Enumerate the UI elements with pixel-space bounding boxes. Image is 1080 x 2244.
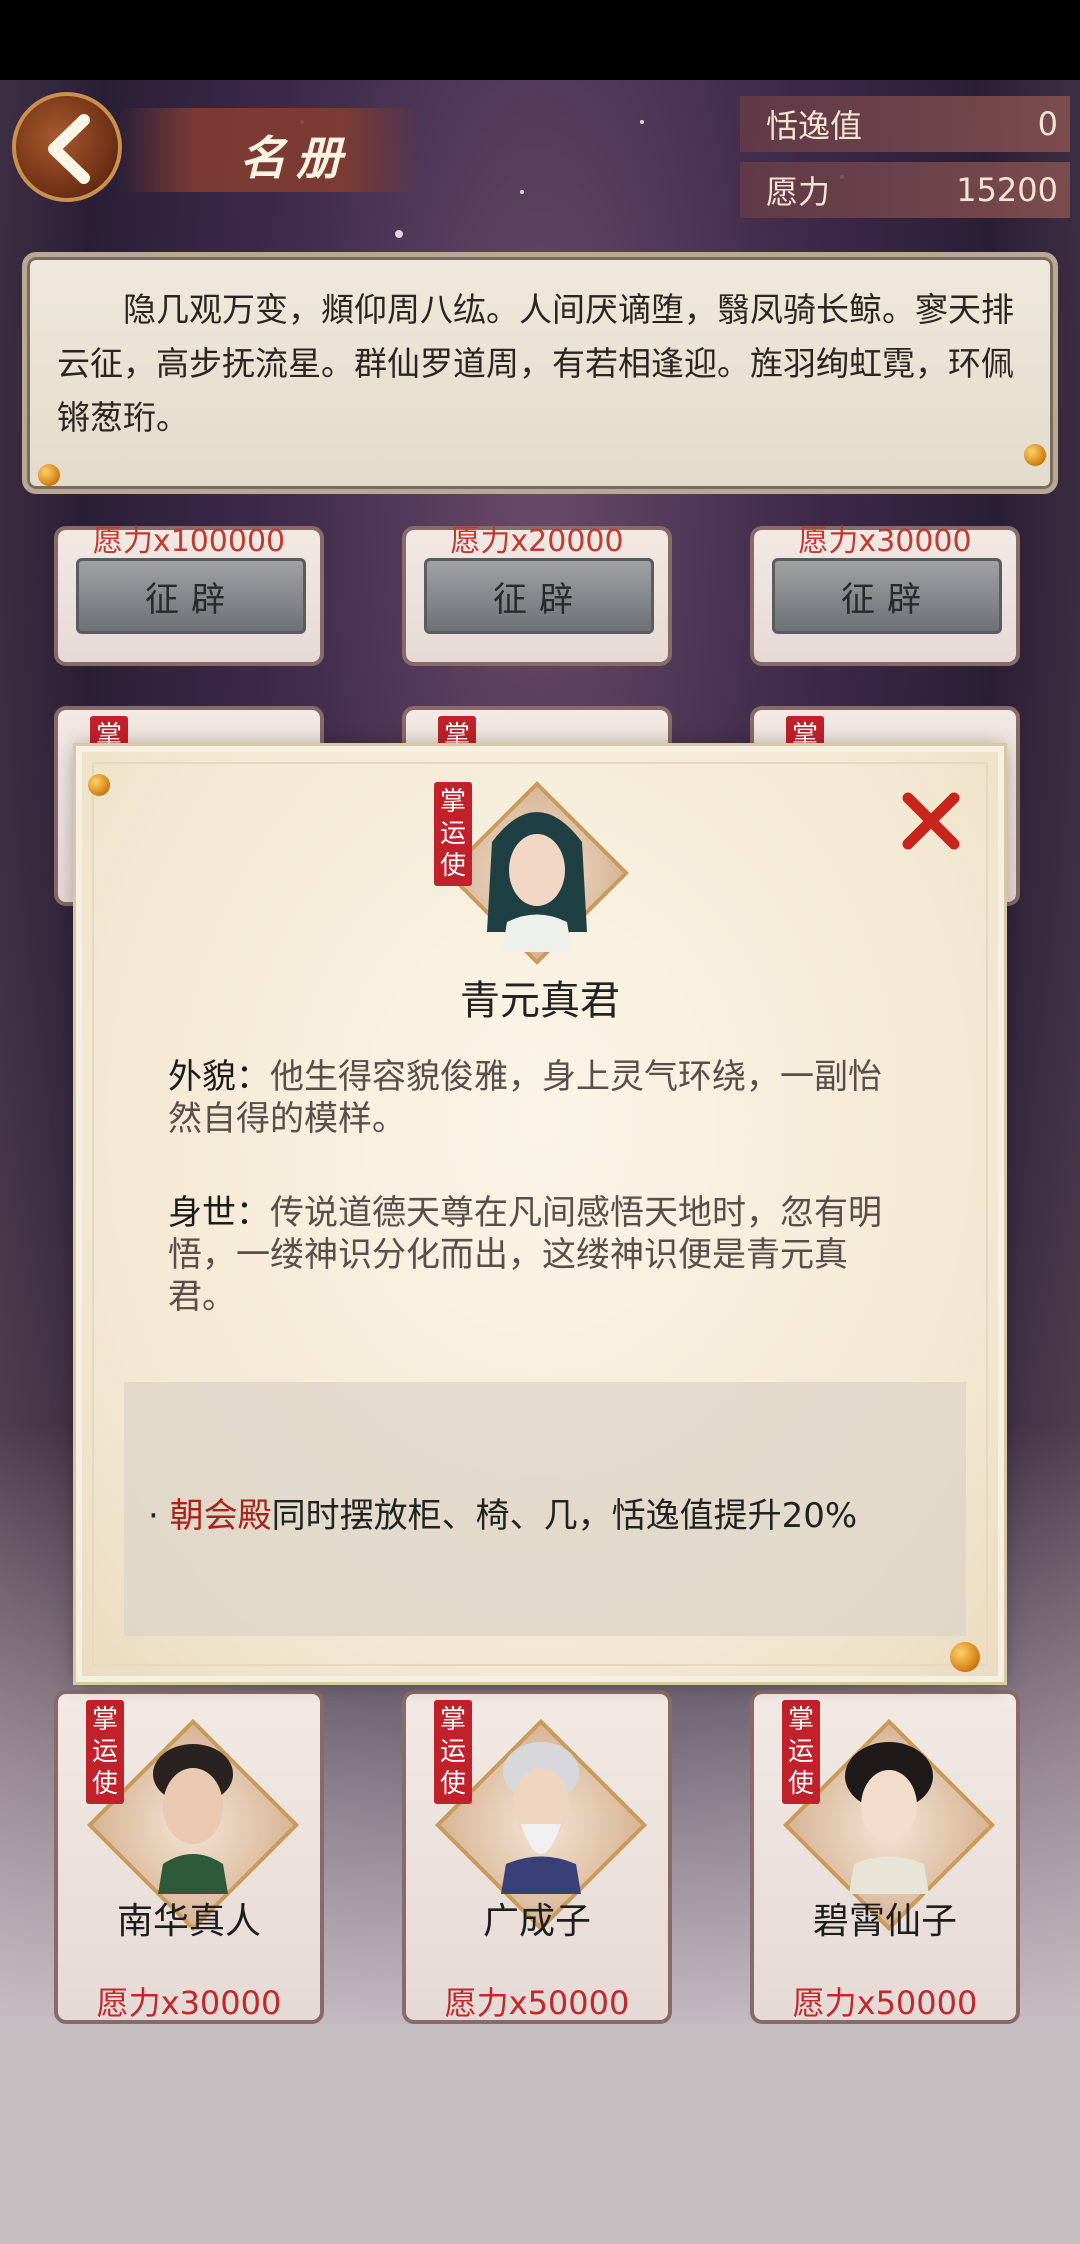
character-portrait (153, 1744, 233, 1894)
star-decoration (520, 190, 524, 194)
character-card: 愿力x100000 征辟 (54, 524, 324, 666)
character-cost: 愿力x50000 (792, 1984, 978, 2022)
bonus-location: 朝会殿 (169, 1496, 272, 1536)
background-label: 身世： (168, 1193, 270, 1233)
character-cost: 愿力x30000 (96, 1984, 282, 2022)
character-detail-modal: 掌运使 青元真君 外貌：他生得容貌俊雅，身上灵气环绕，一副怡然自得的模样。 身世… (76, 746, 1004, 1682)
character-portrait (487, 812, 587, 952)
card-cost: 愿力x30000 (798, 524, 972, 559)
background-description: 身世：传说道德天尊在凡间感悟天地时，忽有明悟，一缕神识分化而出，这缕神识便是青元… (168, 1192, 898, 1318)
poem-panel: 隐几观万变，頫仰周八纮。人间厌谪堕，翳凤骑长鲸。寥天排云征，高步抚流星。群仙罗道… (22, 252, 1058, 494)
character-card[interactable]: 掌运使 南华真人 愿力x30000 (54, 1690, 324, 2024)
stat-willpower: 愿力 15200 (740, 162, 1070, 218)
role-badge: 掌运使 (434, 1700, 472, 1804)
stat-label: 恬逸值 (766, 107, 863, 145)
orb-decoration (88, 774, 110, 796)
role-badge: 掌运使 (782, 1700, 820, 1804)
bottom-area (0, 2024, 1080, 2244)
stat-value: 15200 (956, 171, 1058, 209)
recruit-button[interactable]: 征辟 (424, 558, 654, 634)
status-bar (0, 0, 1080, 80)
card-cost: 愿力x20000 (450, 524, 624, 559)
role-badge: 掌运使 (434, 782, 472, 886)
character-name: 青元真君 (460, 978, 620, 1024)
bullet: · (148, 1496, 170, 1536)
character-name: 碧霄仙子 (812, 1901, 957, 1942)
stat-label: 愿力 (766, 173, 831, 211)
chevron-left-icon (48, 114, 90, 184)
page-title: 名册 (240, 131, 352, 185)
recruit-button[interactable]: 征辟 (772, 558, 1002, 634)
close-button[interactable] (896, 786, 966, 856)
poem-text: 隐几观万变，頫仰周八纮。人间厌谪堕，翳凤骑长鲸。寥天排云征，高步抚流星。群仙罗道… (57, 290, 1014, 437)
back-button[interactable] (12, 92, 122, 202)
orb-decoration (950, 1642, 980, 1672)
stat-value: 0 (1037, 105, 1058, 143)
character-name: 南华真人 (116, 1901, 261, 1942)
character-card: 愿力x20000 征辟 (402, 524, 672, 666)
character-card[interactable]: 掌运使 碧霄仙子 愿力x50000 (750, 1690, 1020, 2024)
star-decoration (395, 230, 403, 238)
bonus-panel: · 朝会殿同时摆放柜、椅、几，恬逸值提升20% (124, 1382, 966, 1636)
orb-decoration (38, 464, 60, 486)
character-cost: 愿力x50000 (444, 1984, 630, 2022)
card-cost: 愿力x100000 (92, 524, 286, 559)
orb-decoration (1024, 444, 1046, 466)
character-name: 广成子 (482, 1901, 591, 1942)
role-badge: 掌运使 (86, 1700, 124, 1804)
character-portrait (501, 1742, 581, 1894)
character-card: 愿力x30000 征辟 (750, 524, 1020, 666)
recruit-button[interactable]: 征辟 (76, 558, 306, 634)
stat-leisure: 恬逸值 0 (740, 96, 1070, 152)
bonus-effect: · 朝会殿同时摆放柜、椅、几，恬逸值提升20% (148, 1488, 857, 1537)
character-portrait (845, 1742, 933, 1894)
star-decoration (640, 120, 644, 124)
appearance-description: 外貌：他生得容貌俊雅，身上灵气环绕，一副怡然自得的模样。 (168, 1056, 898, 1140)
appearance-label: 外貌： (168, 1057, 270, 1097)
appearance-text: 他生得容貌俊雅，身上灵气环绕，一副怡然自得的模样。 (168, 1057, 882, 1139)
close-icon (902, 792, 960, 850)
bonus-description: 同时摆放柜、椅、几，恬逸值提升20% (271, 1496, 858, 1536)
background-text: 传说道德天尊在凡间感悟天地时，忽有明悟，一缕神识分化而出，这缕神识便是青元真君。 (168, 1193, 882, 1317)
character-card[interactable]: 掌运使 广成子 愿力x50000 (402, 1690, 672, 2024)
